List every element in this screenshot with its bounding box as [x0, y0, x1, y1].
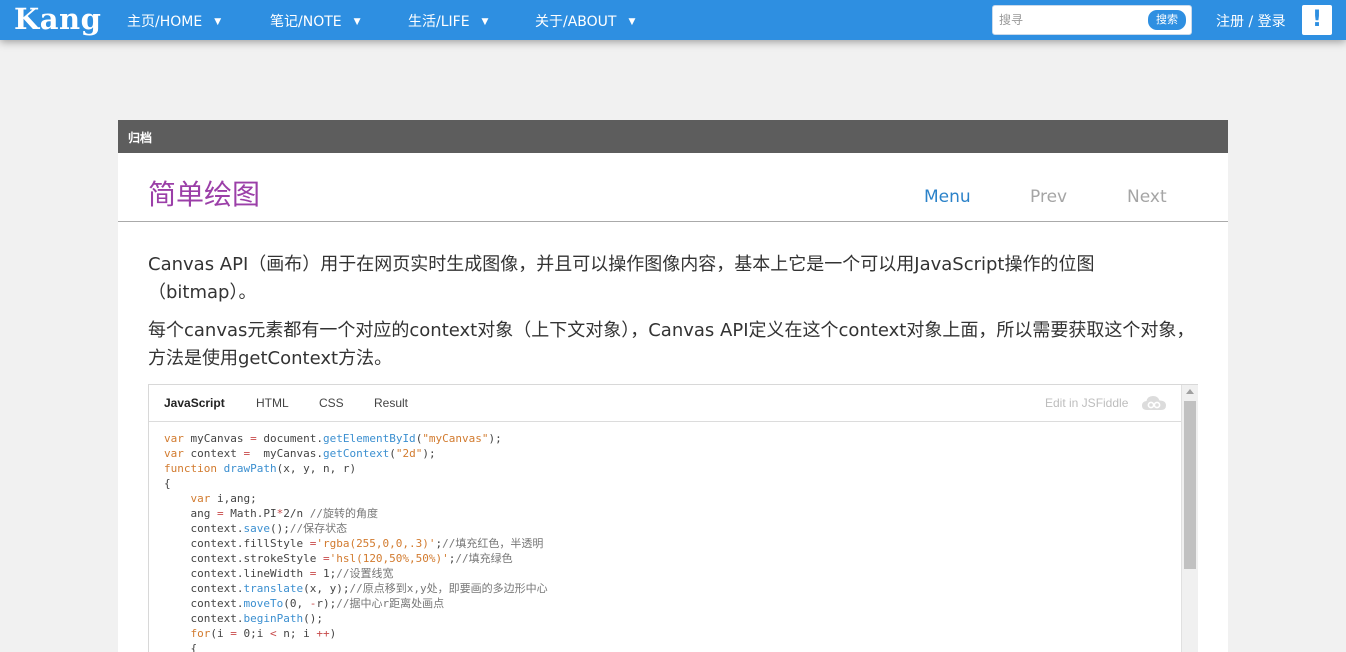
code-line: ang = Math.PI*2/n //旋转的角度 — [164, 507, 378, 520]
tab-html[interactable]: HTML — [256, 396, 289, 410]
next-link[interactable]: Next — [1127, 187, 1167, 207]
code-line: context.beginPath(); — [164, 612, 323, 625]
tab-result[interactable]: Result — [374, 396, 408, 410]
caret-down-icon: ▼ — [628, 17, 636, 27]
caret-down-icon: ▼ — [214, 17, 222, 27]
code-line: for(i = 0;i < n; i ++) — [190, 627, 337, 640]
code-line: context.translate(x, y);//原点移到x,y处，即要画的多… — [164, 582, 548, 595]
nav-item-label: 笔记/NOTE — [270, 14, 342, 30]
top-navbar: Kang 主页/HOME ▼ 笔记/NOTE ▼ 生活/LIFE ▼ 关于/ABOUT… — [0, 0, 1346, 40]
code-block: var myCanvas = document.getElementById("… — [164, 431, 548, 652]
code-line: context.save();//保存状态 — [164, 522, 348, 535]
scroll-up-arrow-icon[interactable] — [1186, 389, 1194, 394]
code-line: { — [164, 477, 171, 490]
alert-icon[interactable]: ! — [1302, 5, 1332, 35]
code-line: context.lineWidth = 1;//设置线宽 — [164, 567, 394, 580]
tab-javascript[interactable]: JavaScript — [164, 396, 225, 410]
page-title: 简单绘图 — [148, 178, 261, 211]
register-login-link[interactable]: 注册 / 登录 — [1216, 11, 1286, 31]
cloud-icon[interactable] — [1141, 394, 1167, 412]
code-line: function drawPath(x, y, n, r) — [164, 462, 357, 475]
caret-down-icon: ▼ — [481, 17, 489, 27]
article-panel: 归档 简单绘图 Menu Prev Next Canvas API（画布）用于在… — [118, 120, 1228, 652]
edit-in-jsfiddle-link[interactable]: Edit in JSFiddle — [1045, 396, 1128, 410]
embed-tab-bar: JavaScript HTML CSS Result Edit in JSFid… — [149, 385, 1197, 422]
search-button[interactable]: 搜索 — [1148, 10, 1186, 30]
search-input[interactable] — [999, 9, 1139, 31]
nav-item-label: 主页/HOME — [127, 14, 203, 30]
nav-item-note[interactable]: 笔记/NOTE ▼ — [270, 11, 361, 31]
menu-link[interactable]: Menu — [924, 187, 971, 207]
title-row: 简单绘图 Menu Prev Next — [118, 153, 1228, 222]
brand-logo[interactable]: Kang — [14, 2, 101, 36]
caret-down-icon: ▼ — [353, 17, 361, 27]
nav-item-home[interactable]: 主页/HOME ▼ — [127, 11, 221, 31]
jsfiddle-embed: JavaScript HTML CSS Result Edit in JSFid… — [148, 384, 1198, 652]
code-line: { — [164, 642, 198, 652]
paragraph: Canvas API（画布）用于在网页实时生成图像，并且可以操作图像内容，基本上… — [148, 254, 1095, 303]
nav-item-life[interactable]: 生活/LIFE ▼ — [408, 11, 488, 31]
code-line: var myCanvas = document.getElementById("… — [164, 432, 502, 445]
prev-link[interactable]: Prev — [1030, 187, 1067, 207]
code-line: context.moveTo(0, -r);//据中心r距离处画点 — [164, 597, 445, 610]
nav-item-label: 关于/ABOUT — [535, 14, 617, 30]
nav-item-about[interactable]: 关于/ABOUT ▼ — [535, 11, 635, 31]
nav-item-label: 生活/LIFE — [408, 14, 470, 30]
scroll-thumb[interactable] — [1184, 401, 1196, 569]
code-line: context.strokeStyle ='hsl(120,50%,50%)';… — [164, 552, 513, 565]
code-line: context.fillStyle ='rgba(255,0,0,.3)';//… — [164, 537, 544, 550]
code-line: var context = myCanvas.getContext("2d"); — [164, 447, 436, 460]
code-line: var i,ang; — [190, 492, 257, 505]
tab-css[interactable]: CSS — [319, 396, 344, 410]
paragraph: 每个canvas元素都有一个对应的context对象（上下文对象），Canvas… — [148, 320, 1195, 369]
search-box: 搜索 — [992, 5, 1192, 35]
archive-header: 归档 — [118, 120, 1228, 153]
code-scrollbar[interactable] — [1181, 385, 1198, 652]
